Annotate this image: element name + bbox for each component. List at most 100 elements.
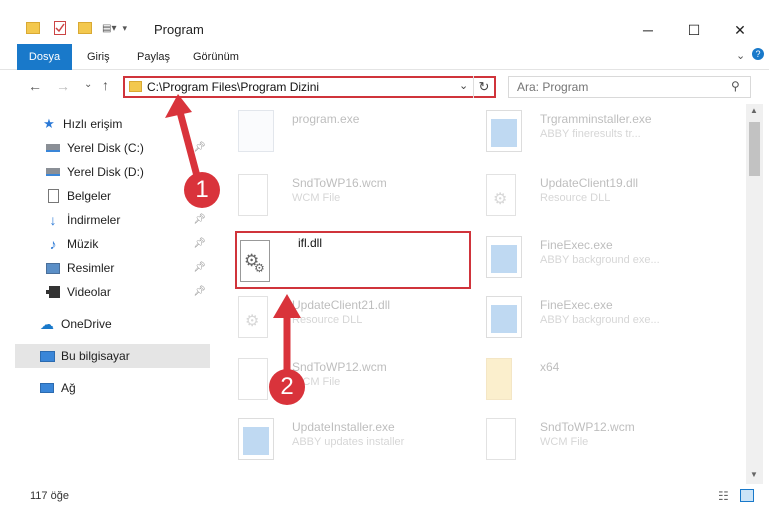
file-item[interactable]: SndToWP12.wcm WCM File (478, 412, 723, 466)
tab-gorunum[interactable]: Görünüm (193, 44, 239, 70)
file-name: UpdateClient19.dll (540, 176, 639, 190)
recent-locations-icon[interactable]: ⌄ (84, 79, 92, 90)
sidebar-item-onedrive[interactable]: ☁ OneDrive (15, 312, 210, 336)
sidebar-item-this-pc[interactable]: Bu bilgisayar (15, 344, 210, 368)
sidebar-item-label: İndirmeler (67, 213, 121, 227)
window-title: Program (154, 22, 204, 37)
sidebar-item-network[interactable]: Ağ (15, 376, 210, 400)
pin-icon[interactable]: 📌︎ (193, 214, 206, 225)
file-item[interactable]: ⚙ UpdateClient19.dll Resource DLL (478, 168, 723, 222)
ribbon-tabs: Dosya Giriş Paylaş Görünüm ⌄ ? (0, 44, 769, 70)
sidebar-item-videos[interactable]: Videolar 📌︎ (15, 280, 210, 304)
minimize-button[interactable]: ─ (625, 16, 671, 44)
file-type: ABBY background exe... (540, 254, 660, 266)
new-folder-icon[interactable] (78, 22, 92, 34)
tab-paylas[interactable]: Paylaş (137, 44, 170, 70)
file-item[interactable]: program.exe (230, 104, 475, 158)
star-icon: ★ (43, 116, 55, 131)
sidebar-item-label: Resimler (67, 261, 115, 275)
expand-ribbon-icon[interactable]: ⌄ (736, 49, 745, 62)
file-name: FineExec.exe (540, 238, 613, 252)
sidebar-item-label: Müzik (67, 237, 99, 251)
help-icon[interactable]: ? (752, 48, 764, 60)
search-input[interactable] (517, 79, 717, 95)
close-button[interactable]: ✕ (717, 16, 763, 44)
file-name: UpdateClient21.dll (292, 298, 391, 312)
sidebar-item-pictures[interactable]: Resimler 📌︎ (15, 256, 210, 280)
scroll-down-icon[interactable]: ▼ (750, 470, 758, 479)
file-name: Trgramminstaller.exe (540, 112, 652, 126)
properties-icon[interactable] (54, 21, 66, 35)
sidebar-item-label: Bu bilgisayar (61, 349, 130, 363)
sidebar-item-label: Belgeler (67, 189, 112, 203)
pin-icon[interactable]: 📌︎ (193, 142, 206, 153)
vertical-scrollbar[interactable]: ▲ ▼ (746, 104, 763, 484)
tab-dosya[interactable]: Dosya (17, 44, 72, 70)
sidebar-item-label: Yerel Disk (C:) (67, 141, 144, 155)
refresh-icon[interactable]: ↻ (473, 76, 494, 98)
file-item[interactable]: Trgramminstaller.exe ABBY fineresults tr… (478, 104, 723, 158)
up-arrow-icon[interactable]: ↑ (102, 77, 109, 93)
pin-icon[interactable]: 📌︎ (193, 286, 206, 297)
sidebar-item-label: Yerel Disk (D:) (67, 165, 144, 179)
scroll-up-icon[interactable]: ▲ (750, 106, 758, 115)
pin-icon[interactable]: 📌︎ (193, 238, 206, 249)
sidebar-item-label: Videolar (67, 285, 111, 299)
search-box[interactable]: ⚲ (508, 76, 751, 98)
application-icon (486, 110, 522, 152)
tab-giris[interactable]: Giriş (87, 44, 110, 70)
file-type: WCM File (540, 436, 589, 448)
video-icon (45, 284, 61, 300)
details-view-icon[interactable]: ☷ (718, 489, 729, 503)
scrollbar-thumb[interactable] (749, 122, 760, 176)
file-item[interactable]: FineExec.exe ABBY background exe... (478, 290, 723, 344)
sidebar-item-documents[interactable]: Belgeler (15, 184, 210, 208)
sidebar-item-label: OneDrive (61, 317, 112, 331)
file-item[interactable]: SndToWP12.wcm WCM File (230, 352, 475, 406)
item-count: 117 öğe (30, 490, 69, 502)
pictures-icon (45, 260, 61, 276)
folder-icon[interactable] (26, 22, 40, 34)
file-type: Resource DLL (292, 314, 363, 326)
step-badge-2: 2 (269, 369, 305, 405)
file-item[interactable]: UpdateInstaller.exe ABBY updates install… (230, 412, 475, 466)
application-icon (486, 236, 522, 278)
forward-arrow-icon[interactable]: → (56, 78, 70, 94)
navigation-pane: ★ Hızlı erişim Yerel Disk (C:) 📌︎ Yerel … (15, 110, 210, 480)
sidebar-item-label: Hızlı erişim (63, 117, 123, 131)
computer-icon (39, 348, 55, 364)
sidebar-item-quick-access[interactable]: ★ Hızlı erişim (15, 112, 210, 136)
file-type: Resource DLL (540, 192, 611, 204)
sidebar-item-label: Ağ (61, 381, 76, 395)
file-name: FineExec.exe (540, 298, 613, 312)
folder-icon (486, 358, 512, 400)
pin-icon[interactable]: 📌︎ (193, 262, 206, 273)
file-name: UpdateInstaller.exe (292, 420, 395, 434)
file-item[interactable]: SndToWP16.wcm WCM File (230, 168, 475, 222)
back-arrow-icon[interactable]: ← (28, 78, 42, 94)
customize-icon[interactable]: ▤▾ (102, 23, 116, 34)
large-icons-view-icon[interactable] (740, 489, 754, 502)
file-item[interactable]: ⚙ UpdateClient21.dll Resource DLL (230, 290, 475, 344)
file-item[interactable]: FineExec.exe ABBY background exe... (478, 230, 723, 284)
file-name: program.exe (292, 112, 360, 126)
sidebar-item-disk-d[interactable]: Yerel Disk (D:) (15, 160, 210, 184)
address-path: C:\Program Files\Program Dizini (147, 80, 320, 94)
dll-gear-icon: ⚙ (486, 174, 516, 216)
address-bar[interactable]: C:\Program Files\Program Dizini ⌄ ↻ (123, 76, 496, 98)
sidebar-item-downloads[interactable]: ↓ İndirmeler 📌︎ (15, 208, 210, 232)
sidebar-item-music[interactable]: ♪ Müzik 📌︎ (15, 232, 210, 256)
sidebar-item-disk-c[interactable]: Yerel Disk (C:) 📌︎ (15, 136, 210, 160)
maximize-button[interactable]: ☐ (671, 16, 717, 44)
documents-icon (45, 188, 61, 204)
file-item[interactable]: x64 (478, 352, 723, 406)
title-bar: ▤▾ ▾ Program ─ ☐ ✕ (0, 0, 769, 44)
file-name: x64 (540, 360, 560, 374)
exe-icon (238, 110, 274, 152)
application-icon (486, 296, 522, 338)
address-dropdown-icon[interactable]: ⌄ (459, 79, 468, 92)
explorer-window: ▤▾ ▾ Program ─ ☐ ✕ Dosya Giriş Paylaş Gö… (0, 0, 769, 517)
dropdown-icon[interactable]: ▾ (122, 23, 127, 34)
file-type: ABBY background exe... (540, 314, 660, 326)
search-icon[interactable]: ⚲ (731, 79, 740, 93)
